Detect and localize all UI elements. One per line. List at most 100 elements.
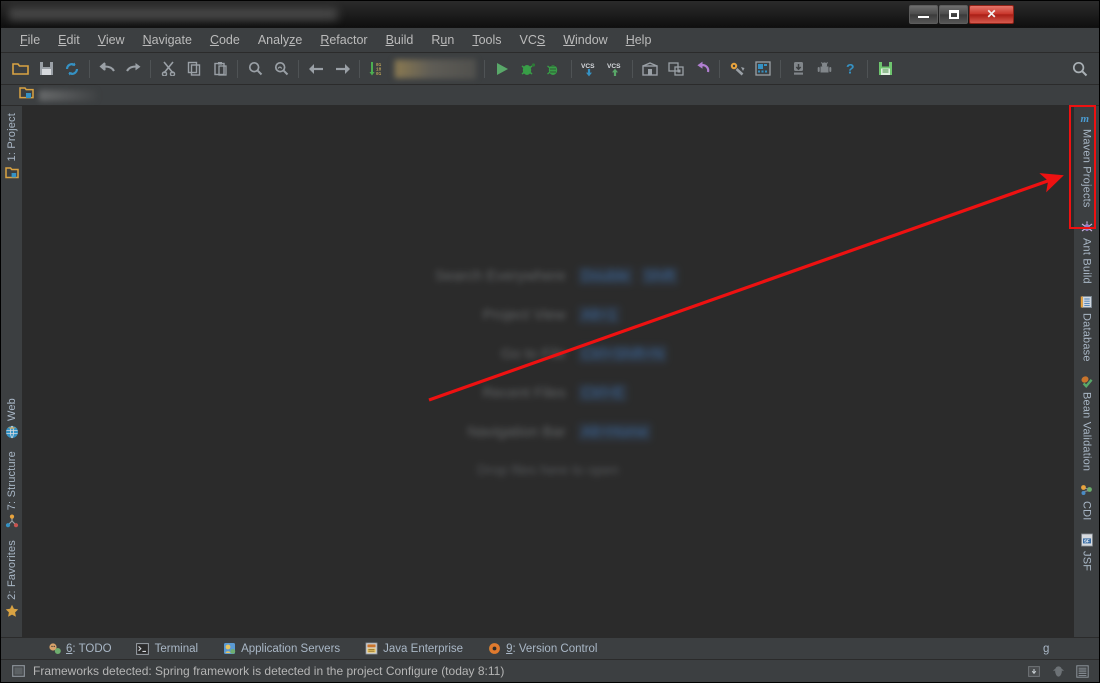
hint-keys: Alt+1 xyxy=(577,305,621,324)
bottom-tab-label: Terminal xyxy=(154,642,199,655)
ddms-icon[interactable] xyxy=(872,57,898,81)
memory-icon[interactable] xyxy=(1075,664,1089,678)
save-all-icon[interactable] xyxy=(33,57,59,81)
navigation-bar[interactable] xyxy=(1,85,1099,106)
project-structure-icon[interactable] xyxy=(637,57,663,81)
right-tool-stripe: m Maven Projects Ant Build Database Bean… xyxy=(1073,106,1099,637)
hint-keys: Alt+Home xyxy=(577,422,652,441)
hint-key: Double xyxy=(577,266,634,285)
hint-label: Project View xyxy=(482,306,566,323)
version-control-icon xyxy=(487,642,501,656)
sidebar-item-label: 7: Structure xyxy=(5,450,18,511)
close-button[interactable]: ✕ xyxy=(969,4,1014,24)
svg-text:SF: SF xyxy=(1084,538,1090,543)
status-window-icon[interactable] xyxy=(11,665,25,678)
avd-manager-icon[interactable] xyxy=(750,57,776,81)
module-settings-icon[interactable] xyxy=(663,57,689,81)
hint-key: Alt+1 xyxy=(577,305,621,324)
bottom-tab-todo[interactable]: 6: TODO xyxy=(35,640,124,658)
sidebar-item-label: CDI xyxy=(1080,501,1093,521)
bottom-tab-label: Application Servers xyxy=(241,642,341,655)
menu-item-navigate[interactable]: Navigate xyxy=(134,30,201,50)
toolbar-separator xyxy=(632,59,633,78)
app-servers-icon xyxy=(222,642,236,656)
forward-icon[interactable] xyxy=(329,57,355,81)
compile-icon[interactable]: 01 10 01 xyxy=(364,57,390,81)
editor-empty-area[interactable]: Search Everywhere Double Shift Project V… xyxy=(23,106,1073,637)
sidebar-item-jsf[interactable]: SF JSF xyxy=(1079,528,1095,578)
search-icon[interactable] xyxy=(1067,57,1093,81)
svg-text:VCS: VCS xyxy=(581,63,595,70)
toolbar-separator xyxy=(150,59,151,78)
sync-icon[interactable] xyxy=(59,57,85,81)
sidebar-item-cdi[interactable]: CDI xyxy=(1079,478,1095,528)
hint-label: Search Everywhere xyxy=(434,267,566,284)
run-configuration-selector[interactable] xyxy=(394,58,476,79)
debug-icon[interactable] xyxy=(515,57,541,81)
hint-row: Navigation Bar Alt+Home xyxy=(418,422,679,441)
toolbar-separator xyxy=(719,59,720,78)
help-icon[interactable]: ? xyxy=(837,57,863,81)
menu-item-vcs[interactable]: VCS xyxy=(511,30,555,50)
maximize-button[interactable] xyxy=(939,4,968,24)
menu-item-build[interactable]: Build xyxy=(377,30,423,50)
menu-item-file[interactable]: File xyxy=(11,30,49,50)
hint-row: Project View Alt+1 xyxy=(418,305,679,324)
open-folder-icon[interactable] xyxy=(7,57,33,81)
terminal-icon xyxy=(136,642,150,656)
java-enterprise-icon xyxy=(364,642,378,656)
sidebar-item-structure[interactable]: 7: Structure xyxy=(4,444,20,533)
sidebar-item-web[interactable]: Web xyxy=(4,391,20,444)
sidebar-item-maven-projects[interactable]: m Maven Projects xyxy=(1079,106,1095,215)
lock-toggle-icon[interactable] xyxy=(1027,665,1041,678)
svg-text:m: m xyxy=(1080,113,1089,125)
project-folder-icon xyxy=(4,164,20,180)
cut-icon[interactable] xyxy=(155,57,181,81)
replace-icon[interactable] xyxy=(268,57,294,81)
menu-item-run[interactable]: Run xyxy=(422,30,463,50)
undo-icon[interactable] xyxy=(94,57,120,81)
copy-icon[interactable] xyxy=(181,57,207,81)
redo-icon[interactable] xyxy=(120,57,146,81)
sidebar-item-ant-build[interactable]: Ant Build xyxy=(1079,215,1095,291)
minimize-button[interactable] xyxy=(909,4,938,24)
menu-item-analyze[interactable]: Analyze xyxy=(249,30,311,50)
vcs-commit-icon[interactable]: VCS xyxy=(602,57,628,81)
hint-key: Alt+Home xyxy=(577,422,652,441)
menu-item-help[interactable]: Help xyxy=(617,30,661,50)
toolbar-separator xyxy=(359,59,360,78)
hint-row: Go to File Ctrl+Shift+N xyxy=(418,344,679,363)
status-message: Frameworks detected: Spring framework is… xyxy=(33,664,505,678)
find-icon[interactable] xyxy=(242,57,268,81)
event-log-tab[interactable]: g xyxy=(1043,638,1069,660)
hint-keys: Double Shift xyxy=(577,266,679,285)
sidebar-item-bean-validation[interactable]: Bean Validation xyxy=(1079,369,1095,478)
run-icon[interactable] xyxy=(489,57,515,81)
bottom-tab-version-control[interactable]: 9: Version Control xyxy=(475,640,609,658)
menu-item-code[interactable]: Code xyxy=(201,30,249,50)
sidebar-item-label: Bean Validation xyxy=(1080,392,1093,472)
menu-item-edit[interactable]: Edit xyxy=(49,30,89,50)
sidebar-item-project[interactable]: 1: Project xyxy=(4,106,20,184)
vcs-update-icon[interactable]: VCS xyxy=(576,57,602,81)
bottom-tab-terminal[interactable]: Terminal xyxy=(124,640,210,658)
coverage-icon[interactable] xyxy=(541,57,567,81)
bottom-tab-java-enterprise[interactable]: Java Enterprise xyxy=(352,640,475,658)
sdk-manager-icon[interactable] xyxy=(724,57,750,81)
toolbar-separator xyxy=(780,59,781,78)
menu-item-refactor[interactable]: Refactor xyxy=(311,30,376,50)
menu-item-view[interactable]: View xyxy=(89,30,134,50)
android-device-icon[interactable] xyxy=(811,57,837,81)
android-sync-icon[interactable] xyxy=(785,57,811,81)
sidebar-item-database[interactable]: Database xyxy=(1079,290,1095,369)
hector-icon[interactable] xyxy=(1051,665,1065,678)
back-icon[interactable] xyxy=(303,57,329,81)
bottom-tab-application-servers[interactable]: Application Servers xyxy=(210,640,352,658)
breadcrumb[interactable] xyxy=(39,89,97,101)
todo-icon xyxy=(47,642,61,656)
menu-item-window[interactable]: Window xyxy=(554,30,616,50)
sidebar-item-favorites[interactable]: 2: Favorites xyxy=(4,533,20,623)
paste-icon[interactable] xyxy=(207,57,233,81)
revert-icon[interactable] xyxy=(689,57,715,81)
menu-item-tools[interactable]: Tools xyxy=(463,30,510,50)
